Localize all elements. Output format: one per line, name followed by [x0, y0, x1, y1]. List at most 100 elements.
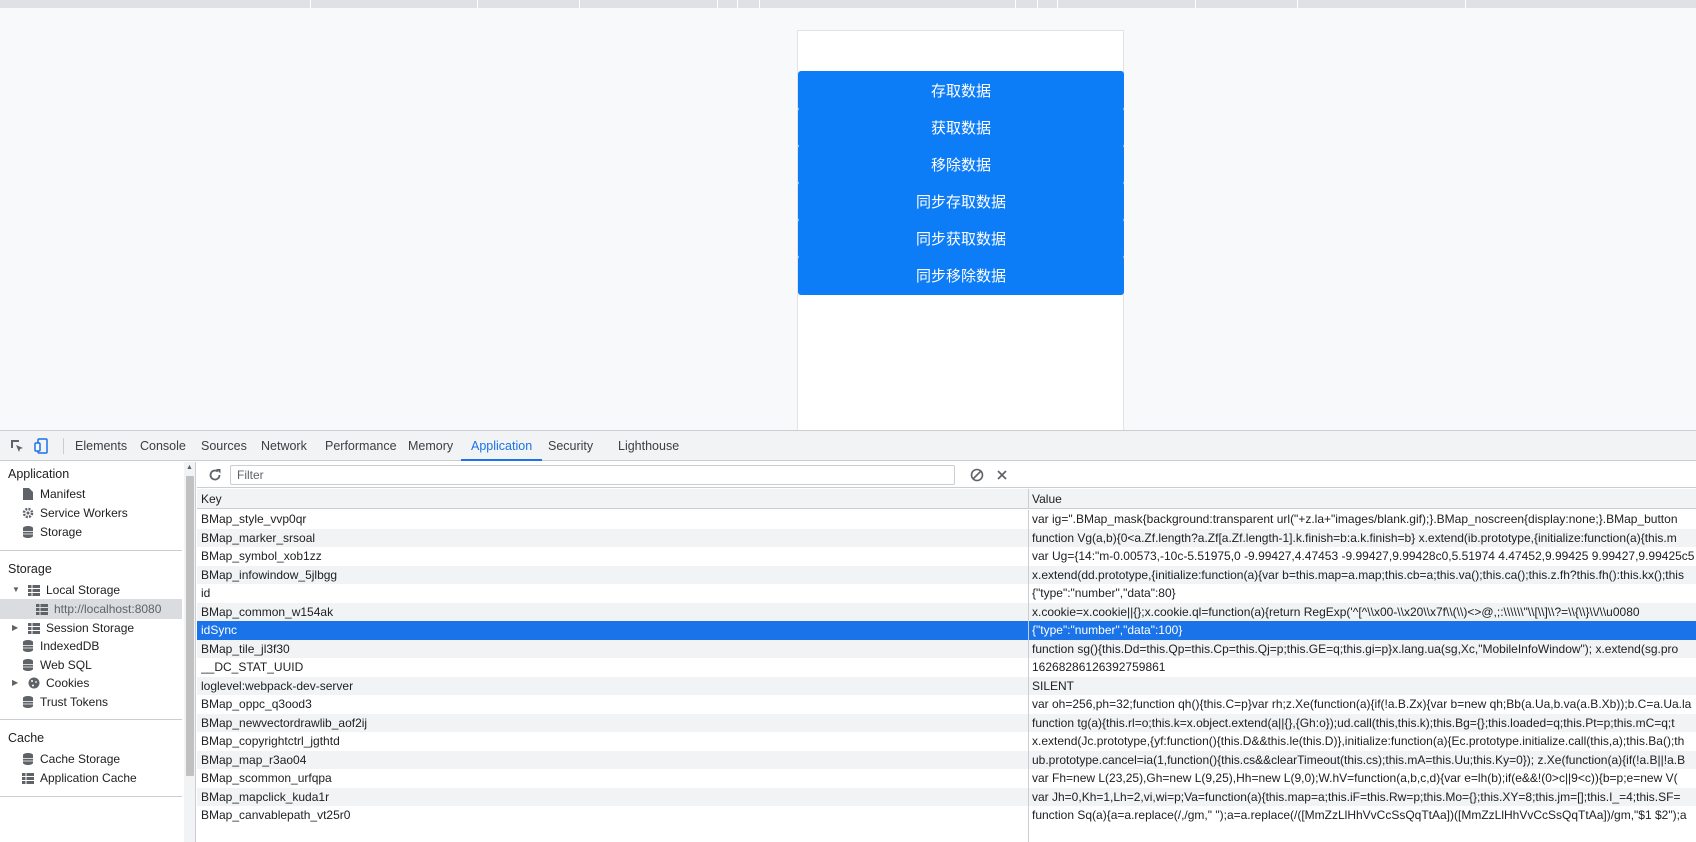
row-key[interactable]: BMap_symbol_xob1zz: [201, 547, 1023, 566]
sync-remove-data-button[interactable]: 同步移除数据: [798, 256, 1124, 295]
scroll-up-icon[interactable]: ▲: [186, 464, 193, 471]
sidebar-item-manifest[interactable]: Manifest: [22, 484, 85, 504]
table-row[interactable]: BMap_newvectordrawlib_aof2ij function tg(…: [197, 713, 1696, 733]
sidebar-item-indexeddb[interactable]: IndexedDB: [22, 636, 99, 656]
row-key[interactable]: BMap_canvablepath_vt25r0: [201, 806, 1023, 825]
table-row[interactable]: id {"type":"number","data":80}: [197, 584, 1696, 603]
row-value[interactable]: function Vg(a,b){0<a.Zf.length?a.Zf[a.Zf…: [1032, 529, 1696, 548]
row-value[interactable]: function Sq(a){a=a.replace(/,/gm," ");a=…: [1032, 806, 1696, 825]
device-toolbar-icon[interactable]: [32, 437, 50, 455]
row-value[interactable]: var oh=256,ph=32;function qh(){this.C=p}…: [1032, 695, 1696, 714]
tab-application[interactable]: Application: [461, 431, 543, 461]
row-key[interactable]: BMap_newvectordrawlib_aof2ij: [201, 714, 1023, 733]
sync-store-data-button[interactable]: 同步存取数据: [798, 182, 1124, 221]
remove-data-button[interactable]: 移除数据: [798, 145, 1124, 184]
table-row[interactable]: BMap_canvablepath_vt25r0 function Sq(a){a…: [197, 806, 1696, 825]
column-divider[interactable]: [1028, 489, 1029, 509]
row-value[interactable]: var Ug={14:"m-0.00573,-10c-5.51975,0 -9.…: [1032, 547, 1696, 566]
table-row[interactable]: BMap_infowindow_5jlbgg x.extend(dd.protot…: [197, 565, 1696, 585]
row-key[interactable]: BMap_mapclick_kuda1r: [201, 788, 1023, 807]
table-row[interactable]: idSync {"type":"number","data":100}: [197, 621, 1696, 640]
table-row[interactable]: __DC_STAT_UUID 16268286126392759861: [197, 658, 1696, 677]
row-value[interactable]: var Fh=new L(23,25),Gh=new L(9,25),Hh=ne…: [1032, 769, 1696, 788]
row-key[interactable]: BMap_scommon_urfqpa: [201, 769, 1023, 788]
row-value[interactable]: var ig=".BMap_mask{background:transparen…: [1032, 510, 1696, 529]
tab-security[interactable]: Security: [548, 431, 593, 461]
ruler-tick: [1057, 0, 1058, 8]
grid-icon: [28, 622, 40, 634]
table-row[interactable]: BMap_symbol_xob1zz var Ug={14:"m-0.00573,…: [197, 547, 1696, 566]
table-row[interactable]: BMap_copyrightctrl_jgthtd x.extend(Jc.pro…: [197, 732, 1696, 751]
store-data-button[interactable]: 存取数据: [798, 71, 1124, 110]
row-value[interactable]: x.extend(dd.prototype,{initialize:functi…: [1032, 566, 1696, 585]
row-key[interactable]: BMap_copyrightctrl_jgthtd: [201, 732, 1023, 751]
row-value[interactable]: SILENT: [1032, 677, 1696, 696]
sidebar-item-label: Web SQL: [40, 658, 92, 672]
table-row[interactable]: loglevel:webpack-dev-server SILENT: [197, 676, 1696, 696]
sidebar-item-web-sql[interactable]: Web SQL: [22, 655, 92, 675]
sidebar-scrollbar[interactable]: ▲: [184, 462, 195, 842]
gear-icon: [22, 507, 34, 519]
row-key[interactable]: BMap_style_vvp0qr: [201, 510, 1023, 529]
sidebar-item-service-workers[interactable]: Service Workers: [22, 503, 128, 523]
scrollbar-thumb[interactable]: [186, 476, 194, 776]
expand-arrow-icon[interactable]: ▶: [12, 673, 22, 693]
row-key[interactable]: BMap_common_w154ak: [201, 603, 1023, 622]
tab-memory[interactable]: Memory: [408, 431, 453, 461]
sidebar-item-storage[interactable]: Storage: [22, 522, 82, 542]
table-row[interactable]: BMap_tile_jl3f30 function sg(){this.Dd=th…: [197, 639, 1696, 659]
table-row[interactable]: BMap_style_vvp0qr var ig=".BMap_mask{back…: [197, 510, 1696, 529]
tab-lighthouse[interactable]: Lighthouse: [618, 431, 679, 461]
row-key[interactable]: loglevel:webpack-dev-server: [201, 677, 1023, 696]
devtools-panel: Elements Console Sources Network Perform…: [0, 430, 1696, 842]
sidebar-item-cookies[interactable]: ▶ Cookies: [12, 673, 89, 693]
tab-performance[interactable]: Performance: [325, 431, 397, 461]
row-value[interactable]: 16268286126392759861: [1032, 658, 1696, 677]
column-header-value[interactable]: Value: [1028, 489, 1062, 509]
sidebar-item-label: Manifest: [40, 487, 86, 501]
page-viewport: 存取数据 获取数据 移除数据 同步存取数据 同步获取数据 同步移除数据: [0, 8, 1696, 430]
column-header-key[interactable]: Key: [197, 489, 222, 509]
delete-selected-icon[interactable]: [994, 467, 1010, 483]
get-data-button[interactable]: 获取数据: [798, 108, 1124, 147]
row-value[interactable]: ub.prototype.cancel=ia(1,function(){this…: [1032, 751, 1696, 770]
expand-arrow-icon[interactable]: ▶: [12, 618, 22, 638]
row-value[interactable]: var Jh=0,Kh=1,Lh=2,vi,wi=p;Va=function(a…: [1032, 788, 1696, 807]
expand-arrow-icon[interactable]: ▼: [12, 580, 22, 600]
sync-get-data-button[interactable]: 同步获取数据: [798, 219, 1124, 258]
sidebar-item-trust-tokens[interactable]: Trust Tokens: [22, 692, 108, 712]
row-value[interactable]: function tg(a){this.rl=o;this.k=x.object…: [1032, 714, 1696, 733]
row-key[interactable]: BMap_oppc_q3ood3: [201, 695, 1023, 714]
table-row[interactable]: BMap_mapclick_kuda1r var Jh=0,Kh=1,Lh=2,v…: [197, 787, 1696, 807]
sidebar-item-application-cache[interactable]: Application Cache: [22, 768, 137, 788]
row-key[interactable]: idSync: [201, 621, 1023, 640]
sidebar-item-session-storage[interactable]: ▶ Session Storage: [12, 618, 134, 638]
row-value[interactable]: function sg(){this.Dd=this.Qp=this.Cp=th…: [1032, 640, 1696, 659]
clear-all-icon[interactable]: [969, 467, 985, 483]
table-row[interactable]: BMap_scommon_urfqpa var Fh=new L(23,25),G…: [197, 769, 1696, 788]
row-key[interactable]: BMap_marker_srsoal: [201, 529, 1023, 548]
row-value[interactable]: x.extend(Jc.prototype,{yf:function(){thi…: [1032, 732, 1696, 751]
table-row[interactable]: BMap_oppc_q3ood3 var oh=256,ph=32;functio…: [197, 695, 1696, 714]
row-key[interactable]: BMap_tile_jl3f30: [201, 640, 1023, 659]
sidebar-item-local-storage[interactable]: ▼ Local Storage: [12, 580, 120, 600]
table-row[interactable]: BMap_common_w154ak x.cookie=x.cookie||{};…: [197, 602, 1696, 622]
sidebar-item-localhost[interactable]: http://localhost:8080: [0, 599, 182, 619]
row-value[interactable]: {"type":"number","data":80}: [1032, 584, 1696, 603]
filter-input[interactable]: [230, 465, 955, 485]
tab-network[interactable]: Network: [261, 431, 307, 461]
tab-elements[interactable]: Elements: [75, 431, 127, 461]
row-key[interactable]: BMap_infowindow_5jlbgg: [201, 566, 1023, 585]
row-key[interactable]: BMap_map_r3ao04: [201, 751, 1023, 770]
inspect-element-icon[interactable]: [8, 437, 26, 455]
row-value[interactable]: {"type":"number","data":100}: [1032, 621, 1696, 640]
tab-console[interactable]: Console: [140, 431, 186, 461]
row-value[interactable]: x.cookie=x.cookie||{};x.cookie.ql=functi…: [1032, 603, 1696, 622]
row-key[interactable]: __DC_STAT_UUID: [201, 658, 1023, 677]
sidebar-item-cache-storage[interactable]: Cache Storage: [22, 749, 120, 769]
refresh-icon[interactable]: [207, 467, 223, 483]
tab-sources[interactable]: Sources: [201, 431, 247, 461]
row-key[interactable]: id: [201, 584, 1023, 603]
table-row[interactable]: BMap_marker_srsoal function Vg(a,b){0<a.Z…: [197, 528, 1696, 548]
table-row[interactable]: BMap_map_r3ao04 ub.prototype.cancel=ia(1,…: [197, 750, 1696, 770]
